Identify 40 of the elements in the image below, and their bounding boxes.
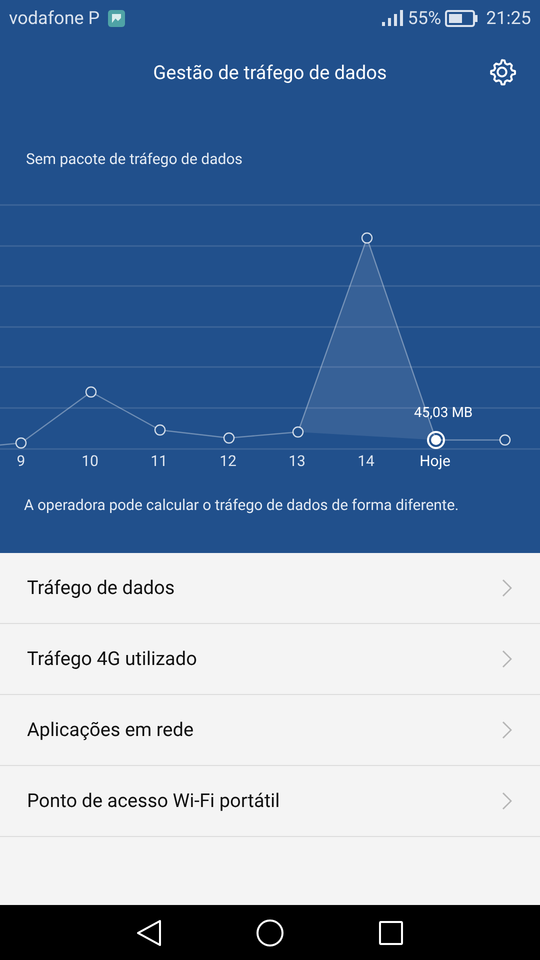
back-button[interactable] xyxy=(135,918,163,946)
menu-item[interactable]: Tráfego 4G utilizado xyxy=(0,624,540,695)
day-label[interactable]: 11 xyxy=(124,450,194,480)
data-point[interactable] xyxy=(154,424,166,436)
data-point[interactable] xyxy=(15,437,27,449)
chevron-icon xyxy=(502,792,512,810)
chevron-icon xyxy=(502,721,512,739)
plan-status: Sem pacote de tráfego de dados xyxy=(26,150,242,168)
menu-item[interactable]: Aplicações em rede xyxy=(0,695,540,766)
day-label[interactable]: 12 xyxy=(194,450,262,480)
data-point[interactable] xyxy=(292,426,304,438)
data-point[interactable] xyxy=(499,434,511,446)
signal-icon xyxy=(382,10,404,26)
menu-item[interactable]: Ponto de acesso Wi-Fi portátil xyxy=(0,766,540,837)
battery-percent: 55% xyxy=(408,6,442,30)
menu-item[interactable]: Tráfego de dados xyxy=(0,553,540,624)
chevron-icon xyxy=(502,650,512,668)
data-point[interactable] xyxy=(223,432,235,444)
recents-icon xyxy=(379,920,403,944)
day-label[interactable]: Hoje xyxy=(400,450,470,480)
settings-icon xyxy=(487,57,517,87)
clock: 21:25 xyxy=(486,6,531,30)
day-label[interactable]: 10 xyxy=(56,450,124,480)
selected-point[interactable] xyxy=(427,431,445,449)
data-point[interactable] xyxy=(85,386,97,398)
recents-button[interactable] xyxy=(377,918,405,946)
chevron-icon xyxy=(502,579,512,597)
screen-title: Gestão de tráfego de dados xyxy=(153,60,387,86)
usage-reading: 45,03 MB xyxy=(414,404,473,423)
image-notification-icon xyxy=(108,10,125,26)
day-label[interactable]: 9 xyxy=(0,450,56,480)
home-icon xyxy=(256,918,284,946)
battery-icon xyxy=(445,10,478,26)
back-icon xyxy=(136,918,162,946)
carrier-note: A operadora pode calcular o tráfego de dados de forma diferente. xyxy=(24,496,459,514)
home-button[interactable] xyxy=(255,918,285,948)
carrier-name: vodafone P xyxy=(9,6,100,30)
day-label[interactable]: 14 xyxy=(332,450,400,480)
day-label[interactable]: 13 xyxy=(262,450,332,480)
data-point[interactable] xyxy=(361,232,373,244)
